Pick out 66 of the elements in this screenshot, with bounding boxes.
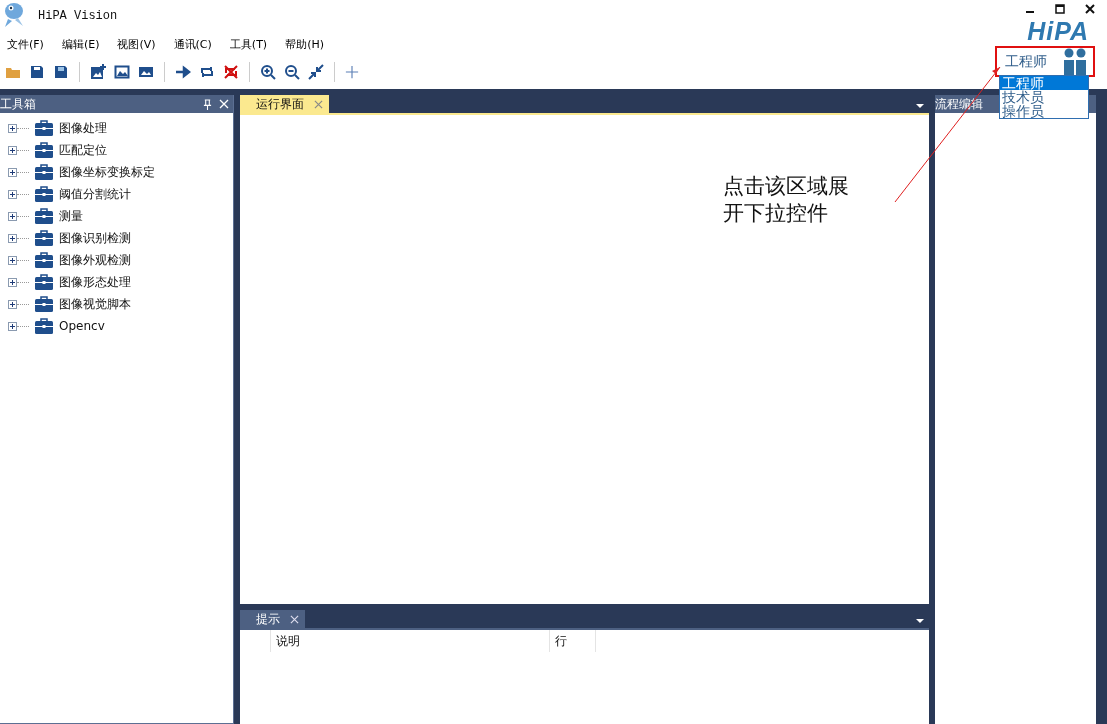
menu-item[interactable]: 帮助(H) <box>280 36 329 52</box>
toolbox-icon <box>35 120 53 136</box>
arrow-right-icon[interactable] <box>175 64 191 80</box>
panel-title: 流程编辑 <box>935 95 983 113</box>
save-icon[interactable] <box>53 64 69 80</box>
expand-icon[interactable] <box>8 233 17 243</box>
toolbox-icon <box>35 186 53 202</box>
column-header[interactable]: 行 <box>550 630 596 652</box>
close-icon[interactable] <box>1085 4 1095 14</box>
tree-item[interactable]: Opencv <box>59 319 105 333</box>
tree-item[interactable]: 匹配定位 <box>59 141 107 159</box>
dropdown-caret-icon[interactable] <box>916 619 924 623</box>
shrink-arrows-icon[interactable] <box>308 64 324 80</box>
tree-item[interactable]: 图像形态处理 <box>59 273 131 291</box>
tree-item[interactable]: 图像处理 <box>59 119 107 137</box>
tree-item[interactable]: 阈值分割统计 <box>59 185 131 203</box>
zoom-in-icon[interactable] <box>260 64 276 80</box>
loop-icon[interactable] <box>199 64 215 80</box>
dropdown-option[interactable]: 工程师 <box>1000 76 1088 90</box>
dropdown-option[interactable]: 操作员 <box>1000 104 1088 118</box>
image-icon[interactable] <box>138 64 154 80</box>
dropdown-caret-icon[interactable] <box>916 104 924 108</box>
tree-item[interactable]: 图像坐标变换标定 <box>59 163 155 181</box>
expand-icon[interactable] <box>8 321 17 331</box>
save-icon[interactable] <box>29 64 45 80</box>
expand-icon[interactable] <box>8 123 17 133</box>
toolbox-icon <box>35 318 53 334</box>
tree-item[interactable]: 图像视觉脚本 <box>59 295 131 313</box>
dropdown-option[interactable]: 技术员 <box>1000 90 1088 104</box>
toolbox-icon <box>35 252 53 268</box>
expand-icon[interactable] <box>8 299 17 309</box>
toolbox-icon <box>35 164 53 180</box>
role-dropdown[interactable]: 工程师 <box>995 46 1095 77</box>
tree-item[interactable]: 图像识别检测 <box>59 229 131 247</box>
expand-icon[interactable] <box>8 255 17 265</box>
toolbox-icon <box>35 208 53 224</box>
brand-logo: HiPA <box>1027 18 1089 44</box>
expand-icon[interactable] <box>8 145 17 155</box>
menu-item[interactable]: 工具(T) <box>224 36 273 52</box>
tree-item[interactable]: 图像外观检测 <box>59 251 131 269</box>
window-title: HiPA Vision <box>38 9 118 23</box>
menu-item[interactable]: 视图(V) <box>112 36 161 52</box>
column-header[interactable]: 说明 <box>271 630 550 652</box>
expand-icon[interactable] <box>8 189 17 199</box>
toolbox-icon <box>35 142 53 158</box>
panel-tab[interactable]: 提示 <box>240 610 305 628</box>
tree-item[interactable]: 测量 <box>59 207 83 225</box>
menu-item[interactable]: 文件(F) <box>2 36 49 52</box>
toolbox-icon <box>35 296 53 312</box>
image-icon[interactable] <box>114 64 130 80</box>
annotation-text: 点击该区域展开下拉控件 <box>723 173 850 227</box>
pin-icon[interactable] <box>203 98 212 110</box>
menu-item[interactable]: 编辑(E) <box>56 36 105 52</box>
expand-icon[interactable] <box>8 211 17 221</box>
document-tab[interactable]: 运行界面 <box>240 95 329 113</box>
people-icon <box>1063 47 1087 76</box>
add-image-icon[interactable] <box>90 64 106 80</box>
loop-crossed-icon[interactable] <box>223 64 239 80</box>
zoom-out-icon[interactable] <box>284 64 300 80</box>
expand-icon[interactable] <box>8 167 17 177</box>
menu-item[interactable]: 通讯(C) <box>168 36 217 52</box>
maximize-icon[interactable] <box>1055 4 1065 14</box>
toolbox-icon <box>35 230 53 246</box>
expand-icon[interactable] <box>8 277 17 287</box>
toolbox-icon <box>35 274 53 290</box>
panel-title: 工具箱 <box>0 95 36 113</box>
